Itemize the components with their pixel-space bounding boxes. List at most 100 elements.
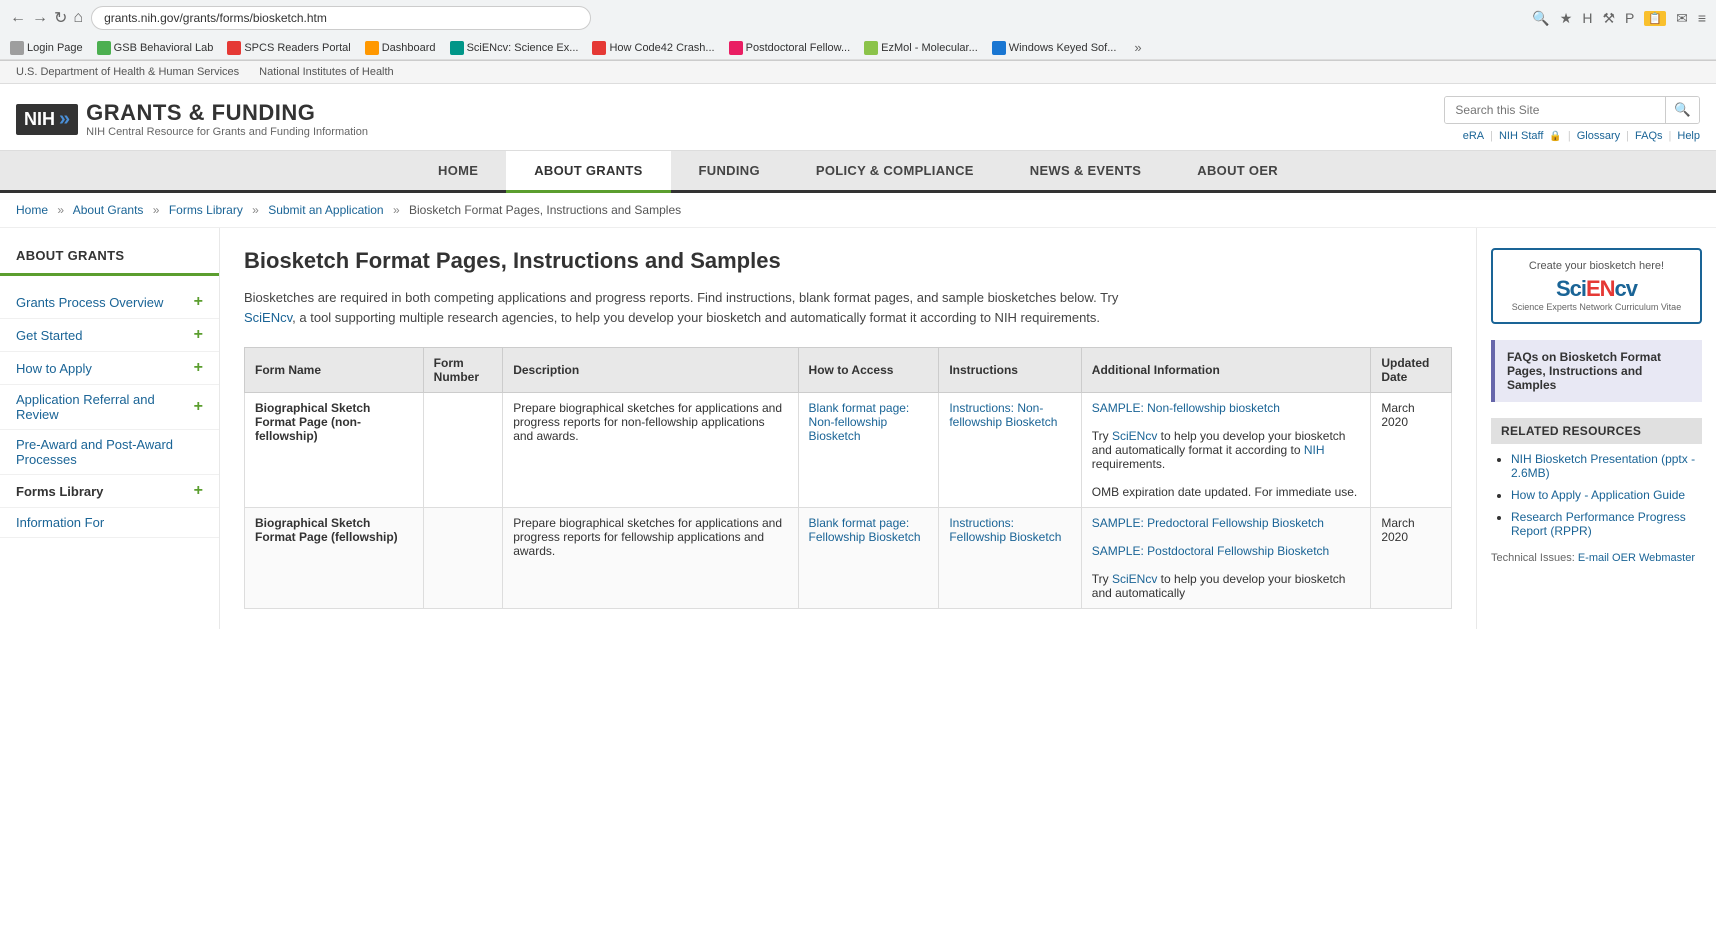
sidebar-item-how-to-apply[interactable]: How to Apply + (0, 352, 219, 385)
breadcrumb-submit-application[interactable]: Submit an Application (268, 203, 383, 217)
sciencv-intro-link[interactable]: SciENcv (244, 310, 292, 325)
sidebar-item-information-for[interactable]: Information For (0, 508, 219, 538)
how-to-apply-guide-link[interactable]: How to Apply - Application Guide (1511, 488, 1685, 502)
table-row: Biographical Sketch Format Page (fellows… (245, 508, 1452, 609)
search-input[interactable] (1445, 97, 1665, 123)
star-icon[interactable]: ★ (1560, 10, 1573, 27)
era-link[interactable]: eRA (1463, 130, 1484, 142)
col-form-number: Form Number (423, 348, 503, 393)
breadcrumb: Home » About Grants » Forms Library » Su… (0, 193, 1716, 228)
nav-home[interactable]: HOME (410, 151, 506, 190)
search-icon[interactable]: 🔍 (1532, 10, 1549, 27)
bookmark-sciencv[interactable]: SciENcv: Science Ex... (450, 41, 579, 55)
bookmark-windows[interactable]: Windows Keyed Sof... (992, 41, 1117, 55)
back-icon[interactable]: ← (10, 9, 26, 27)
faqs-link[interactable]: FAQs (1635, 130, 1663, 142)
sciencv-additional-link[interactable]: SciENcv (1112, 429, 1157, 443)
how-to-access-cell: Blank format page:Non-fellowship Biosket… (798, 393, 939, 508)
nav-funding[interactable]: FUNDING (671, 151, 788, 190)
url-bar[interactable]: grants.nih.gov/grants/forms/biosketch.ht… (91, 6, 591, 30)
col-how-to-access: How to Access (798, 348, 939, 393)
bookmark-dashboard[interactable]: Dashboard (365, 41, 436, 55)
sciencv-en: EN (1586, 276, 1615, 301)
breadcrumb-about-grants[interactable]: About Grants (73, 203, 144, 217)
updated-cell: March 2020 (1371, 393, 1452, 508)
description-cell: Prepare biographical sketches for applic… (503, 508, 798, 609)
nav-about-oer[interactable]: ABOUT OER (1169, 151, 1306, 190)
hhs-link[interactable]: U.S. Department of Health & Human Servic… (16, 66, 239, 78)
sciencv-fellowship-link[interactable]: SciENcv (1112, 572, 1157, 586)
sample-predoctoral-link[interactable]: SAMPLE: Predoctoral Fellowship Biosketch (1092, 516, 1324, 530)
sidebar-item-pre-award[interactable]: Pre-Award and Post-Award Processes (0, 430, 219, 475)
nav-about-grants[interactable]: ABOUT GRANTS (506, 151, 670, 193)
biosketch-presentation-link[interactable]: NIH Biosketch Presentation (pptx - 2.6MB… (1511, 452, 1695, 480)
sciencv-sci: Sci (1556, 276, 1586, 301)
form-name-cell: Biographical Sketch Format Page (fellows… (245, 508, 424, 609)
nav-news[interactable]: NEWS & EVENTS (1002, 151, 1170, 190)
header-right: 🔍 eRA | NIH Staff 🔒 | Glossary | FAQs | … (1444, 96, 1700, 142)
instructions-fellowship-link[interactable]: Instructions: Fellowship Biosketch (949, 516, 1061, 544)
sciencv-create-text: Create your biosketch here! (1503, 260, 1690, 272)
profile-h-icon[interactable]: H (1582, 10, 1592, 26)
col-updated: Updated Date (1371, 348, 1452, 393)
site-title: GRANTS & FUNDING (86, 100, 368, 126)
rppr-link[interactable]: Research Performance Progress Report (RP… (1511, 510, 1686, 538)
sidebar: ABOUT GRANTS Grants Process Overview + G… (0, 228, 220, 629)
nih-link[interactable]: National Institutes of Health (259, 66, 394, 78)
extension-icon[interactable]: ⚒ (1602, 10, 1615, 27)
faq-box[interactable]: FAQs on Biosketch Format Pages, Instruct… (1491, 340, 1702, 402)
expand-icon: + (194, 359, 203, 377)
search-box[interactable]: 🔍 (1444, 96, 1700, 124)
how-to-access-cell: Blank format page: Fellowship Biosketch (798, 508, 939, 609)
bookmark-icon (864, 41, 878, 55)
forward-icon[interactable]: → (32, 9, 48, 27)
instructions-cell: Instructions: Non-fellowship Biosketch (939, 393, 1081, 508)
breadcrumb-forms-library[interactable]: Forms Library (169, 203, 243, 217)
additional-cell: SAMPLE: Non-fellowship biosketch Try Sci… (1081, 393, 1371, 508)
address-bar: ← → ↻ ⌂ grants.nih.gov/grants/forms/bios… (0, 0, 1716, 36)
help-link[interactable]: Help (1677, 130, 1700, 142)
sidebar-item-referral-review[interactable]: Application Referral and Review + (0, 385, 219, 430)
nav-policy[interactable]: POLICY & COMPLIANCE (788, 151, 1002, 190)
menu-icon[interactable]: ≡ (1698, 10, 1706, 26)
expand-icon: + (194, 326, 203, 344)
blank-format-fellowship-link[interactable]: Blank format page: Fellowship Biosketch (809, 516, 921, 544)
sample-non-fellowship-link[interactable]: SAMPLE: Non-fellowship biosketch (1092, 401, 1280, 415)
instructions-non-fellowship-link[interactable]: Instructions: Non-fellowship Biosketch (949, 401, 1057, 429)
main-content: Biosketch Format Pages, Instructions and… (220, 228, 1476, 629)
home-icon[interactable]: ⌂ (73, 9, 83, 27)
bookmark-icon (592, 41, 606, 55)
sciencv-cv: cv (1615, 276, 1637, 301)
bookmark-login[interactable]: Login Page (10, 41, 83, 55)
nih-staff-link[interactable]: NIH Staff (1499, 130, 1543, 142)
bookmark-code42[interactable]: How Code42 Crash... (592, 41, 714, 55)
yellow-extension-icon[interactable]: 📋 (1644, 11, 1666, 26)
bookmark-postdoc[interactable]: Postdoctoral Fellow... (729, 41, 851, 55)
glossary-link[interactable]: Glossary (1577, 130, 1620, 142)
mail-icon[interactable]: ✉ (1676, 10, 1688, 27)
sidebar-item-grants-process[interactable]: Grants Process Overview + (0, 286, 219, 319)
bookmark-icon (450, 41, 464, 55)
form-number-cell (423, 393, 503, 508)
list-item: How to Apply - Application Guide (1511, 488, 1702, 502)
sample-postdoctoral-link[interactable]: SAMPLE: Postdoctoral Fellowship Biosketc… (1092, 544, 1329, 558)
gov-bar: U.S. Department of Health & Human Servic… (0, 61, 1716, 84)
bookmark-ezmol[interactable]: EzMol - Molecular... (864, 41, 978, 55)
sidebar-item-forms-library[interactable]: Forms Library + (0, 475, 219, 508)
breadcrumb-home[interactable]: Home (16, 203, 48, 217)
bookmark-spcs[interactable]: SPCS Readers Portal (227, 41, 350, 55)
page-title: Biosketch Format Pages, Instructions and… (244, 248, 1452, 274)
list-item: Research Performance Progress Report (RP… (1511, 510, 1702, 538)
main-nav: HOME ABOUT GRANTS FUNDING POLICY & COMPL… (0, 151, 1716, 193)
more-bookmarks-icon[interactable]: » (1134, 40, 1141, 55)
search-button[interactable]: 🔍 (1665, 97, 1699, 123)
sidebar-item-get-started[interactable]: Get Started + (0, 319, 219, 352)
paypal-icon[interactable]: P (1625, 10, 1634, 26)
reload-icon[interactable]: ↻ (54, 8, 67, 28)
browser-nav-buttons[interactable]: ← → ↻ ⌂ (10, 8, 83, 28)
bookmark-gsb[interactable]: GSB Behavioral Lab (97, 41, 214, 55)
breadcrumb-current: Biosketch Format Pages, Instructions and… (409, 203, 681, 217)
webmaster-link[interactable]: E-mail OER Webmaster (1578, 552, 1695, 564)
nih-link-table[interactable]: NIH (1304, 443, 1325, 457)
blank-format-non-fellowship-link[interactable]: Blank format page:Non-fellowship Biosket… (809, 401, 910, 443)
